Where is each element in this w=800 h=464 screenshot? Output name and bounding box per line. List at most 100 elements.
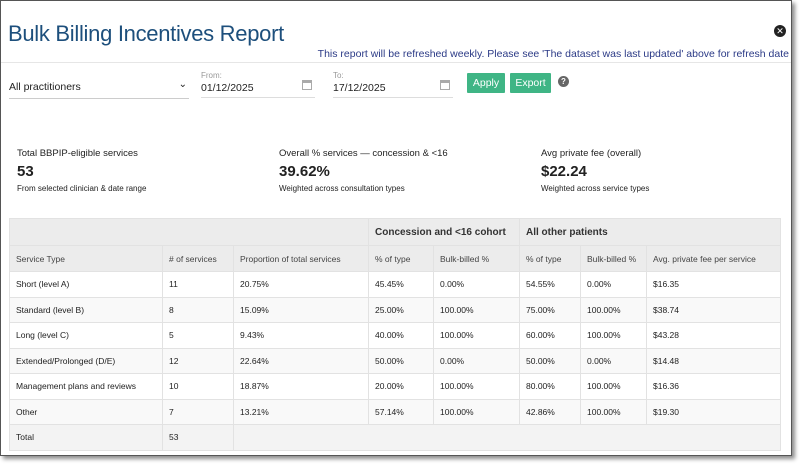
table-cell: 75.00% xyxy=(519,296,581,323)
total-empty xyxy=(233,424,781,451)
kpi-value: $22.24 xyxy=(541,163,587,180)
table-cell: 100.00% xyxy=(580,296,647,323)
table-row: Extended/Prolonged (D/E) 12 22.64% 50.00% 0.… xyxy=(9,347,781,374)
table-cell: 100.00% xyxy=(433,373,520,400)
kpi-value: 39.62% xyxy=(279,163,330,180)
table-cell: 0.00% xyxy=(580,271,647,298)
table-cell: 57.14% xyxy=(368,398,434,425)
from-label: From: xyxy=(201,71,222,80)
practitioner-value: All practitioners xyxy=(9,81,81,93)
export-button[interactable]: Export xyxy=(510,73,551,93)
group-header-other: All other patients xyxy=(519,218,781,246)
table-cell: 50.00% xyxy=(368,347,434,374)
kpi-concession-percent: Overall % services — concession & <16 39… xyxy=(279,148,448,193)
table-cell: $38.74 xyxy=(646,296,781,323)
kpi-label: Avg private fee (overall) xyxy=(541,148,642,159)
kpi-sub: Weighted across service types xyxy=(541,184,650,193)
kpi-label: Overall % services — concession & <16 xyxy=(279,148,448,159)
table-cell: 42.86% xyxy=(519,398,581,425)
table-cell: 12 xyxy=(162,347,234,374)
table-cell: 100.00% xyxy=(433,296,520,323)
divider xyxy=(1,62,791,63)
table-cell: 10 xyxy=(162,373,234,400)
table-cell: 40.00% xyxy=(368,322,434,349)
column-header: # of services xyxy=(162,245,234,272)
table-cell: Management plans and reviews xyxy=(9,373,163,400)
column-header: Bulk-billed % xyxy=(433,245,520,272)
table-cell: 20.75% xyxy=(233,271,369,298)
column-header: Service Type xyxy=(9,245,163,272)
report-window: Bulk Billing Incentives Report ✕ This re… xyxy=(0,0,792,456)
table-cell: 22.64% xyxy=(233,347,369,374)
from-date-field[interactable]: From: 01/12/2025 xyxy=(201,71,315,98)
table-cell: Long (level C) xyxy=(9,322,163,349)
close-icon[interactable]: ✕ xyxy=(774,25,786,37)
table-cell: Other xyxy=(9,398,163,425)
kpi-total-services: Total BBPIP-eligible services 53 From se… xyxy=(17,148,146,193)
table-cell: 5 xyxy=(162,322,234,349)
column-header: % of type xyxy=(519,245,581,272)
to-date-field[interactable]: To: 17/12/2025 xyxy=(333,71,453,98)
from-value: 01/12/2025 xyxy=(201,82,254,94)
table-cell: $43.28 xyxy=(646,322,781,349)
refresh-notice: This report will be refreshed weekly. Pl… xyxy=(317,48,789,60)
table-cell: 0.00% xyxy=(433,347,520,374)
kpi-value: 53 xyxy=(17,163,34,180)
table-row: Short (level A) 11 20.75% 45.45% 0.00% 54.55%… xyxy=(9,271,781,298)
table-cell: 7 xyxy=(162,398,234,425)
table-cell: 13.21% xyxy=(233,398,369,425)
table-cell: Short (level A) xyxy=(9,271,163,298)
table-cell: 54.55% xyxy=(519,271,581,298)
kpi-label: Total BBPIP-eligible services xyxy=(17,148,138,159)
practitioner-select[interactable]: All practitioners ⌄ xyxy=(9,75,189,99)
billing-table: Concession and <16 cohort All other pati… xyxy=(9,218,781,451)
total-row: Total 53 xyxy=(9,424,781,451)
table-cell: Extended/Prolonged (D/E) xyxy=(9,347,163,374)
help-icon[interactable]: ? xyxy=(558,76,569,87)
table-cell: 60.00% xyxy=(519,322,581,349)
kpi-sub: Weighted across consultation types xyxy=(279,184,405,193)
table-cell: 50.00% xyxy=(519,347,581,374)
table-cell: 100.00% xyxy=(580,398,647,425)
table-cell: $14.48 xyxy=(646,347,781,374)
table-cell: 20.00% xyxy=(368,373,434,400)
kpi-avg-private-fee: Avg private fee (overall) $22.24 Weighte… xyxy=(541,148,649,193)
table-row: Long (level C) 5 9.43% 40.00% 100.00% 60.00% 1… xyxy=(9,322,781,349)
table-row: Standard (level B) 8 15.09% 25.00% 100.00% 75… xyxy=(9,296,781,323)
apply-button[interactable]: Apply xyxy=(467,73,505,93)
column-header: Proportion of total services xyxy=(233,245,369,272)
to-label: To: xyxy=(333,71,344,80)
table-cell: $19.30 xyxy=(646,398,781,425)
page-title: Bulk Billing Incentives Report xyxy=(8,21,284,46)
table-cell: 25.00% xyxy=(368,296,434,323)
total-value: 53 xyxy=(162,424,234,451)
table-cell: 0.00% xyxy=(433,271,520,298)
column-header: % of type xyxy=(368,245,434,272)
table-cell: 11 xyxy=(162,271,234,298)
chevron-down-icon: ⌄ xyxy=(178,79,187,90)
table-cell: 100.00% xyxy=(433,398,520,425)
table-cell: 80.00% xyxy=(519,373,581,400)
calendar-icon[interactable] xyxy=(440,80,450,90)
table-cell: 9.43% xyxy=(233,322,369,349)
table-cell: $16.35 xyxy=(646,271,781,298)
table-row: Management plans and reviews 10 18.87% 20.0… xyxy=(9,373,781,400)
table-cell: 45.45% xyxy=(368,271,434,298)
table-cell: Standard (level B) xyxy=(9,296,163,323)
table-cell: 15.09% xyxy=(233,296,369,323)
table-cell: 18.87% xyxy=(233,373,369,400)
calendar-icon[interactable] xyxy=(302,80,312,90)
table-cell: $16.36 xyxy=(646,373,781,400)
kpi-sub: From selected clinician & date range xyxy=(17,184,147,193)
group-header-empty xyxy=(9,218,369,246)
table-row: Other 7 13.21% 57.14% 100.00% 42.86% 100.00% $1… xyxy=(9,398,781,425)
column-header: Avg. private fee per service xyxy=(646,245,781,272)
table-cell: 100.00% xyxy=(433,322,520,349)
group-header-concession: Concession and <16 cohort xyxy=(368,218,520,246)
column-header: Bulk-billed % xyxy=(580,245,647,272)
total-label: Total xyxy=(9,424,163,451)
table-cell: 8 xyxy=(162,296,234,323)
to-value: 17/12/2025 xyxy=(333,82,386,94)
table-cell: 100.00% xyxy=(580,322,647,349)
table-cell: 0.00% xyxy=(580,347,647,374)
